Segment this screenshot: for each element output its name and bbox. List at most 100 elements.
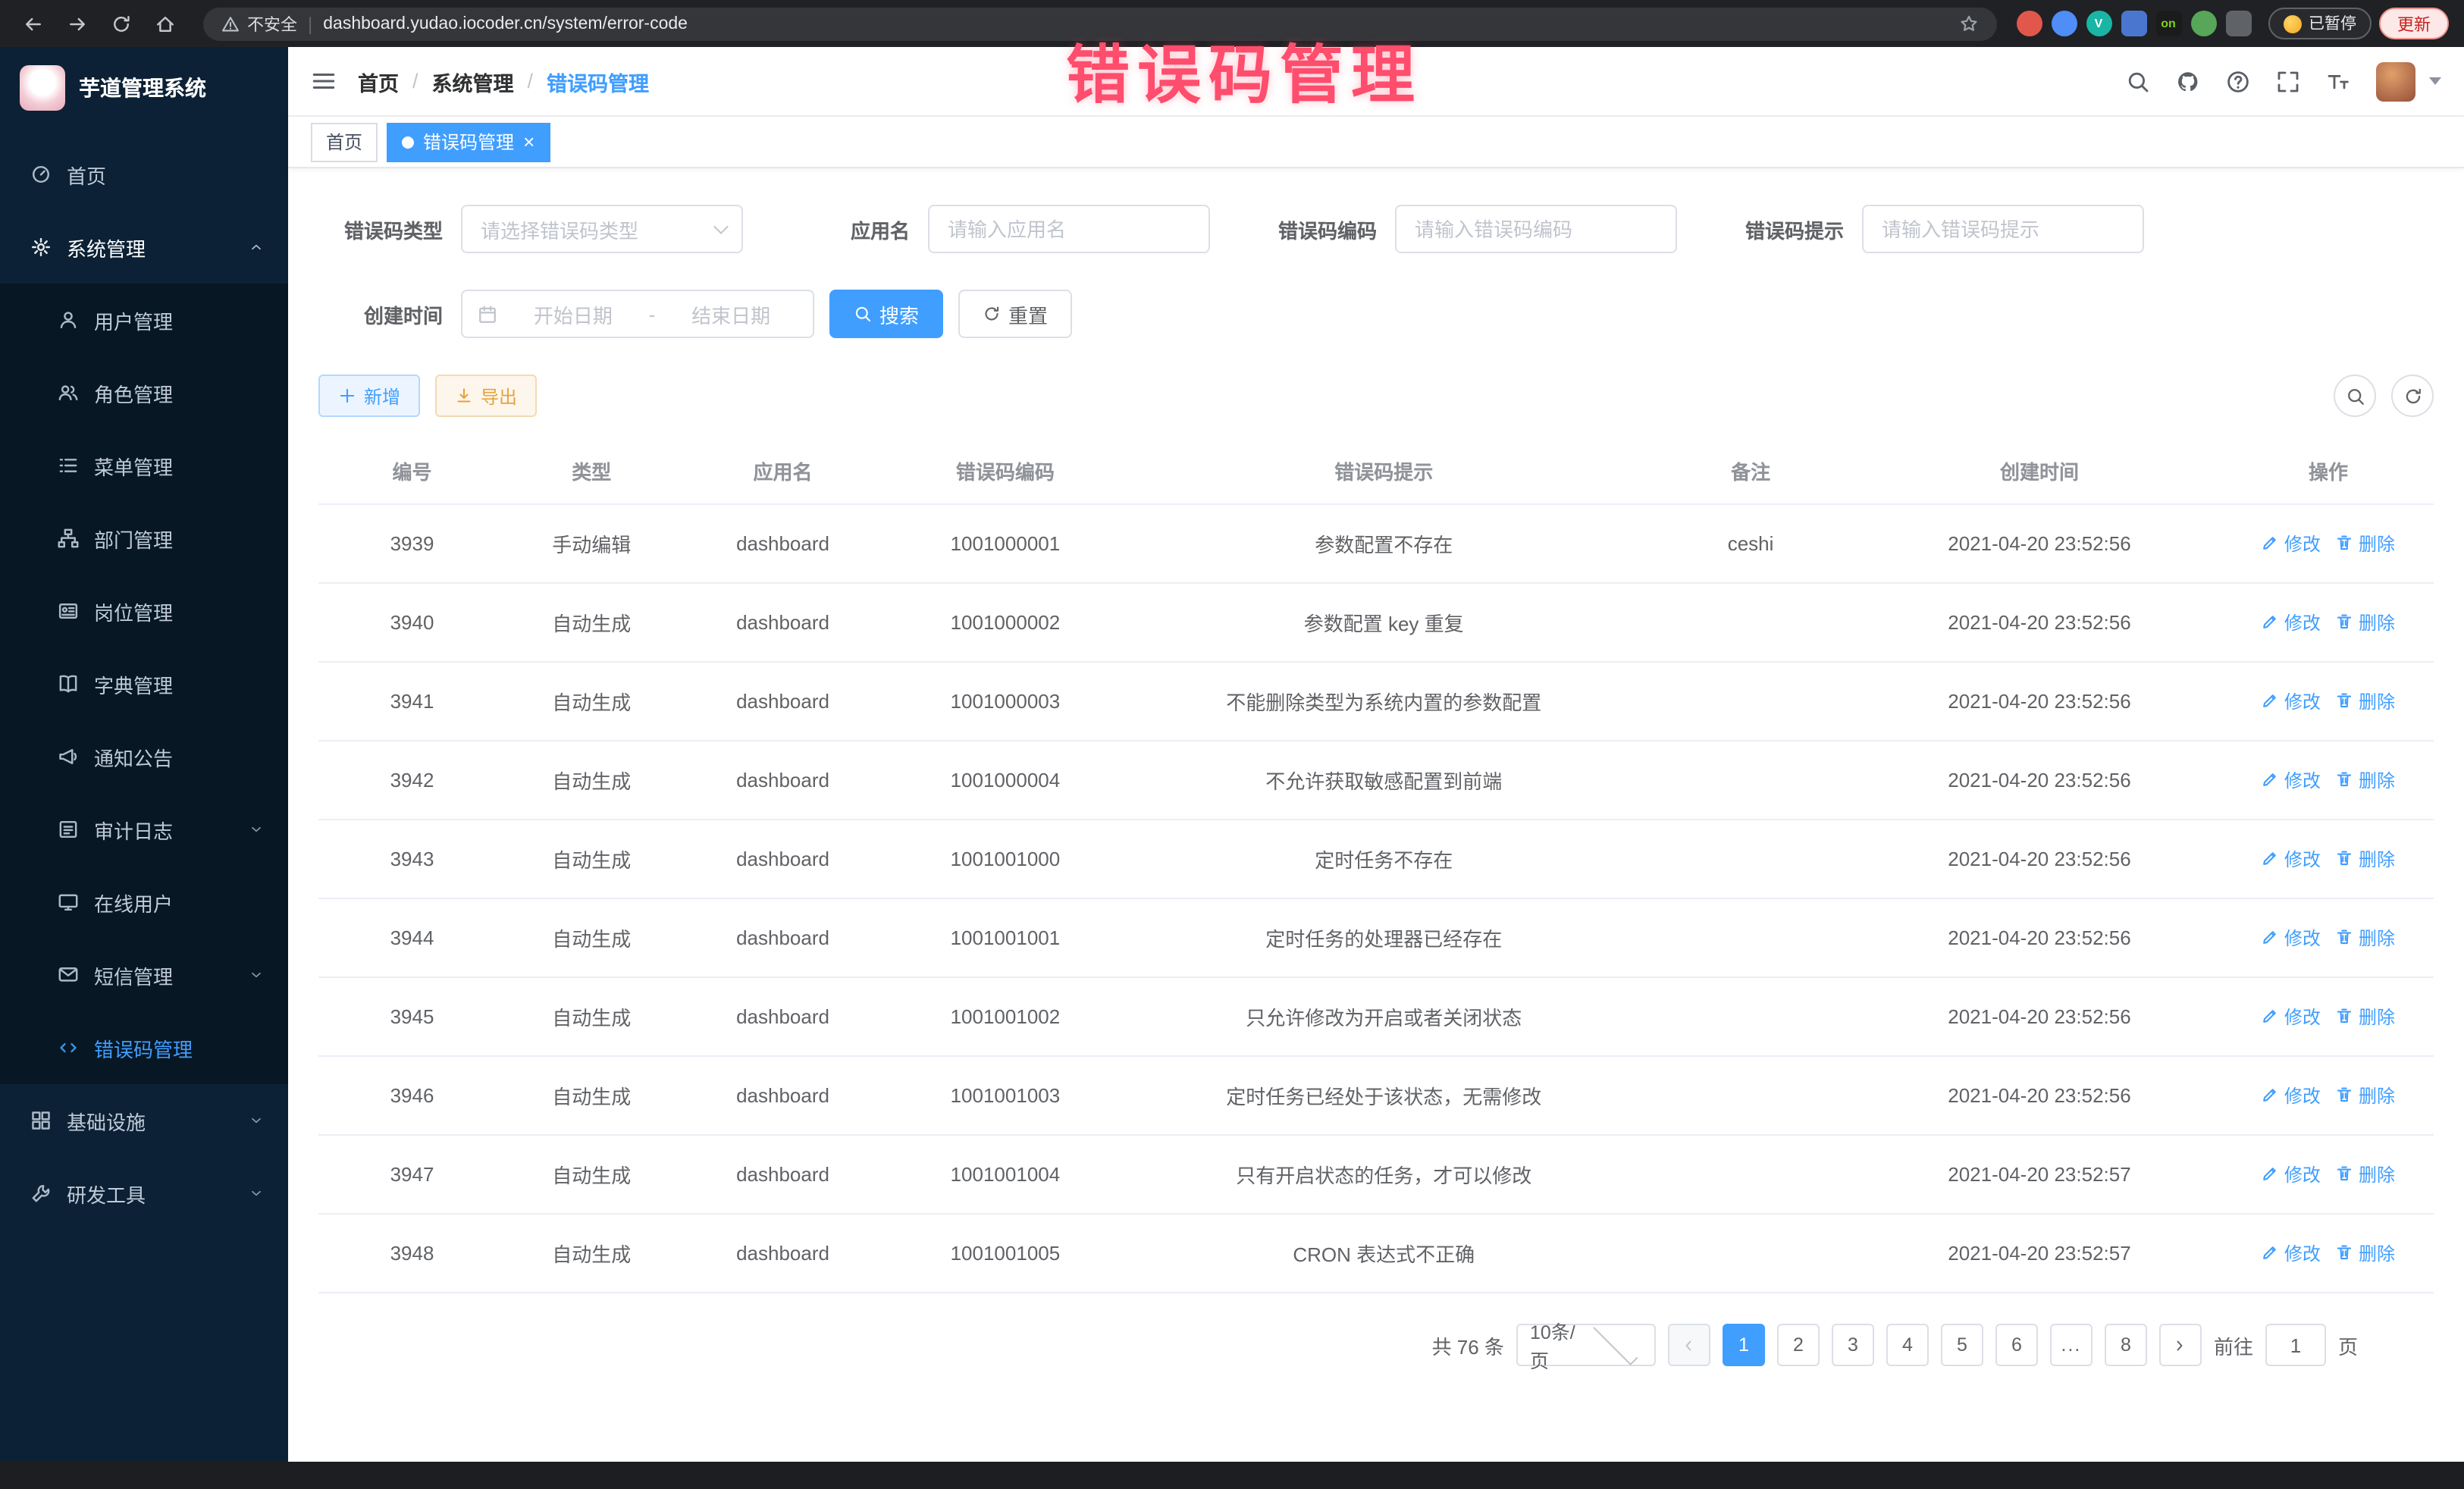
page-button[interactable]: 5 — [1941, 1324, 1983, 1366]
delete-link[interactable]: 删除 — [2336, 1240, 2395, 1266]
extension-icon-green[interactable] — [2190, 11, 2216, 36]
sidebar-item[interactable]: 系统管理 — [0, 211, 288, 284]
date-range-picker[interactable]: 开始日期 - 结束日期 — [461, 290, 814, 338]
goto-unit: 页 — [2338, 1331, 2358, 1359]
filter-label-app: 应用名 — [785, 215, 910, 243]
cell-app: dashboard — [678, 820, 889, 898]
sidebar-item[interactable]: 菜单管理 — [0, 429, 288, 502]
delete-icon — [2336, 613, 2354, 632]
sidebar-item[interactable]: 字典管理 — [0, 647, 288, 720]
sidebar-item[interactable]: 角色管理 — [0, 356, 288, 429]
edit-link[interactable]: 修改 — [2262, 1083, 2321, 1108]
extension-icon-blue[interactable] — [2051, 11, 2077, 36]
delete-link[interactable]: 删除 — [2336, 925, 2395, 951]
search-icon[interactable] — [2126, 69, 2150, 93]
sidebar-item[interactable]: 审计日志 — [0, 793, 288, 866]
next-page-button[interactable] — [2159, 1324, 2202, 1366]
edit-link[interactable]: 修改 — [2262, 1161, 2321, 1187]
forward-button[interactable] — [59, 5, 96, 42]
extension-icon-people[interactable] — [2121, 11, 2146, 36]
sidebar-item[interactable]: 基础设施 — [0, 1084, 288, 1157]
sidebar-item[interactable]: 部门管理 — [0, 502, 288, 575]
edit-link[interactable]: 修改 — [2262, 688, 2321, 714]
tab-item[interactable]: 错误码管理× — [387, 122, 550, 161]
chevron-down-icon[interactable] — [2429, 77, 2441, 85]
prev-page-button[interactable] — [1668, 1324, 1710, 1366]
cell-time: 2021-04-20 23:52:56 — [1856, 820, 2223, 898]
delete-link[interactable]: 删除 — [2336, 610, 2395, 635]
help-icon[interactable] — [2226, 69, 2250, 93]
delete-link[interactable]: 删除 — [2336, 1083, 2395, 1108]
sidebar-item[interactable]: 通知公告 — [0, 720, 288, 793]
edit-link[interactable]: 修改 — [2262, 531, 2321, 556]
refresh-table-button[interactable] — [2391, 375, 2434, 417]
font-size-icon[interactable] — [2326, 69, 2350, 93]
edit-link[interactable]: 修改 — [2262, 846, 2321, 872]
edit-link[interactable]: 修改 — [2262, 1004, 2321, 1030]
delete-link[interactable]: 删除 — [2336, 1004, 2395, 1030]
add-button[interactable]: 新增 — [318, 375, 420, 417]
extension-icon-on-badge[interactable]: on — [2155, 11, 2181, 36]
back-button[interactable] — [15, 5, 52, 42]
sidebar-item-label: 系统管理 — [67, 233, 146, 262]
cell-remark — [1645, 898, 1856, 977]
sidebar-item[interactable]: 首页 — [0, 138, 288, 211]
extension-icon-red[interactable] — [2016, 11, 2042, 36]
github-icon[interactable] — [2176, 69, 2200, 93]
page-button[interactable]: 1 — [1723, 1324, 1765, 1366]
screen: 不安全 | dashboard.yudao.iocoder.cn/system/… — [0, 0, 2464, 1489]
delete-link[interactable]: 删除 — [2336, 531, 2395, 556]
breadcrumb-item[interactable]: 系统管理 — [432, 66, 514, 96]
sidebar-item[interactable]: 在线用户 — [0, 866, 288, 939]
sidebar-item[interactable]: 短信管理 — [0, 939, 288, 1011]
logo[interactable]: 芋道管理系统 — [0, 47, 288, 129]
home-button[interactable] — [147, 5, 183, 42]
delete-link[interactable]: 删除 — [2336, 1161, 2395, 1187]
page-button[interactable]: 8 — [2105, 1324, 2147, 1366]
reload-button[interactable] — [103, 5, 140, 42]
sidebar-item[interactable]: 岗位管理 — [0, 575, 288, 647]
sidebar-item[interactable]: 用户管理 — [0, 284, 288, 356]
page-button[interactable]: 3 — [1832, 1324, 1874, 1366]
delete-link[interactable]: 删除 — [2336, 767, 2395, 793]
extension-icon-v[interactable]: V — [2086, 11, 2111, 36]
delete-link[interactable]: 删除 — [2336, 846, 2395, 872]
search-button[interactable]: 搜索 — [829, 290, 943, 338]
bookmark-star-icon[interactable] — [1958, 14, 1978, 33]
reset-button[interactable]: 重置 — [958, 290, 1072, 338]
pagination-ellipsis[interactable]: ... — [2050, 1324, 2093, 1366]
delete-link[interactable]: 删除 — [2336, 688, 2395, 714]
page-size-select[interactable]: 10条/页 — [1516, 1324, 1656, 1366]
edit-link[interactable]: 修改 — [2262, 1240, 2321, 1266]
edit-link[interactable]: 修改 — [2262, 610, 2321, 635]
close-icon[interactable]: × — [523, 132, 534, 152]
export-button[interactable]: 导出 — [435, 375, 537, 417]
delete-icon — [2336, 1008, 2354, 1026]
extension-icon-puzzle[interactable] — [2225, 11, 2251, 36]
error-hint-input[interactable] — [1862, 205, 2144, 253]
error-code-input[interactable] — [1395, 205, 1677, 253]
goto-page-input[interactable] — [2265, 1324, 2326, 1366]
sidebar-item[interactable]: 研发工具 — [0, 1157, 288, 1230]
cell-hint: 只允许修改为开启或者关闭状态 — [1122, 977, 1645, 1056]
hamburger-icon[interactable] — [311, 68, 337, 94]
page-button[interactable]: 6 — [1995, 1324, 2038, 1366]
breadcrumb-item[interactable]: 首页 — [358, 66, 399, 96]
fullscreen-icon[interactable] — [2276, 69, 2300, 93]
user-avatar[interactable] — [2376, 61, 2415, 101]
update-button[interactable]: 更新 — [2379, 8, 2449, 39]
address-bar[interactable]: 不安全 | dashboard.yudao.iocoder.cn/system/… — [203, 7, 1996, 40]
security-indicator[interactable]: 不安全 — [221, 11, 297, 36]
toggle-search-button[interactable] — [2334, 375, 2376, 417]
app-name-input[interactable] — [928, 205, 1210, 253]
profile-paused-chip[interactable]: 已暂停 — [2268, 8, 2372, 39]
chevron-down-icon — [249, 822, 264, 837]
page-button[interactable]: 2 — [1777, 1324, 1820, 1366]
edit-link[interactable]: 修改 — [2262, 925, 2321, 951]
sidebar-item[interactable]: 错误码管理 — [0, 1011, 288, 1084]
cell-code: 1001000003 — [889, 662, 1123, 741]
edit-link[interactable]: 修改 — [2262, 767, 2321, 793]
tab-item[interactable]: 首页 — [311, 122, 378, 161]
page-button[interactable]: 4 — [1886, 1324, 1929, 1366]
error-type-select[interactable]: 请选择错误码类型 — [461, 205, 743, 253]
